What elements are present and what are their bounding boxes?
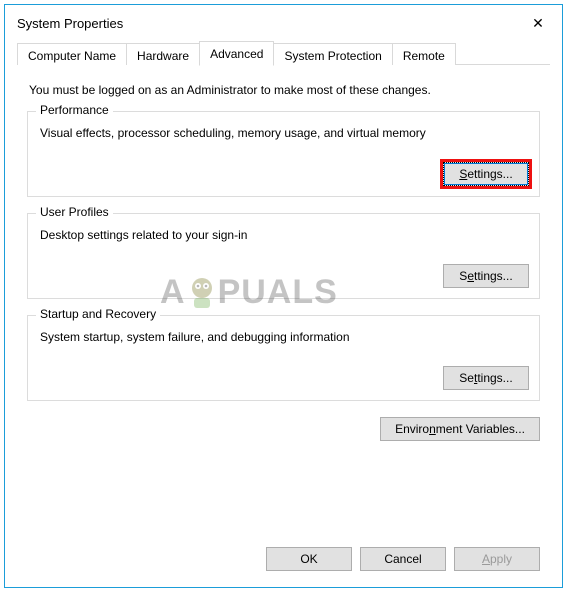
performance-desc: Visual effects, processor scheduling, me… — [40, 126, 529, 140]
window-title: System Properties — [17, 16, 516, 31]
tabstrip: Computer Name Hardware Advanced System P… — [17, 41, 550, 65]
tab-system-protection[interactable]: System Protection — [273, 43, 392, 65]
environment-variables-button[interactable]: Environment Variables... — [380, 417, 540, 441]
button-label: Settings... — [459, 269, 512, 283]
tab-advanced[interactable]: Advanced — [199, 41, 274, 66]
startup-desc: System startup, system failure, and debu… — [40, 330, 529, 344]
startup-legend: Startup and Recovery — [36, 307, 160, 321]
apply-button[interactable]: Apply — [454, 547, 540, 571]
button-label: Settings... — [459, 371, 512, 385]
ok-button[interactable]: OK — [266, 547, 352, 571]
tab-label: Advanced — [210, 47, 263, 61]
startup-settings-button[interactable]: Settings... — [443, 366, 529, 390]
tab-label: Hardware — [137, 49, 189, 63]
tab-remote[interactable]: Remote — [392, 43, 456, 65]
user-profiles-desc: Desktop settings related to your sign-in — [40, 228, 529, 242]
admin-notice: You must be logged on as an Administrato… — [29, 83, 538, 97]
close-button[interactable]: ✕ — [516, 8, 560, 38]
button-label: Apply — [482, 552, 512, 566]
tab-computer-name[interactable]: Computer Name — [17, 43, 127, 65]
system-properties-window: System Properties ✕ Computer Name Hardwa… — [4, 4, 563, 588]
tab-label: System Protection — [284, 49, 381, 63]
tab-content-advanced: You must be logged on as an Administrato… — [5, 65, 562, 547]
performance-legend: Performance — [36, 103, 113, 117]
user-profiles-group: User Profiles Desktop settings related t… — [27, 213, 540, 299]
performance-settings-button[interactable]: Settings... — [443, 162, 529, 186]
performance-group: Performance Visual effects, processor sc… — [27, 111, 540, 197]
button-label: Environment Variables... — [395, 422, 525, 436]
tab-label: Computer Name — [28, 49, 116, 63]
button-label: Settings... — [459, 167, 512, 181]
user-profiles-settings-button[interactable]: Settings... — [443, 264, 529, 288]
titlebar: System Properties ✕ — [5, 5, 562, 41]
user-profiles-legend: User Profiles — [36, 205, 113, 219]
cancel-button[interactable]: Cancel — [360, 547, 446, 571]
close-icon: ✕ — [532, 15, 544, 32]
tab-label: Remote — [403, 49, 445, 63]
dialog-button-row: OK Cancel Apply — [5, 547, 562, 587]
tab-hardware[interactable]: Hardware — [126, 43, 200, 65]
startup-recovery-group: Startup and Recovery System startup, sys… — [27, 315, 540, 401]
